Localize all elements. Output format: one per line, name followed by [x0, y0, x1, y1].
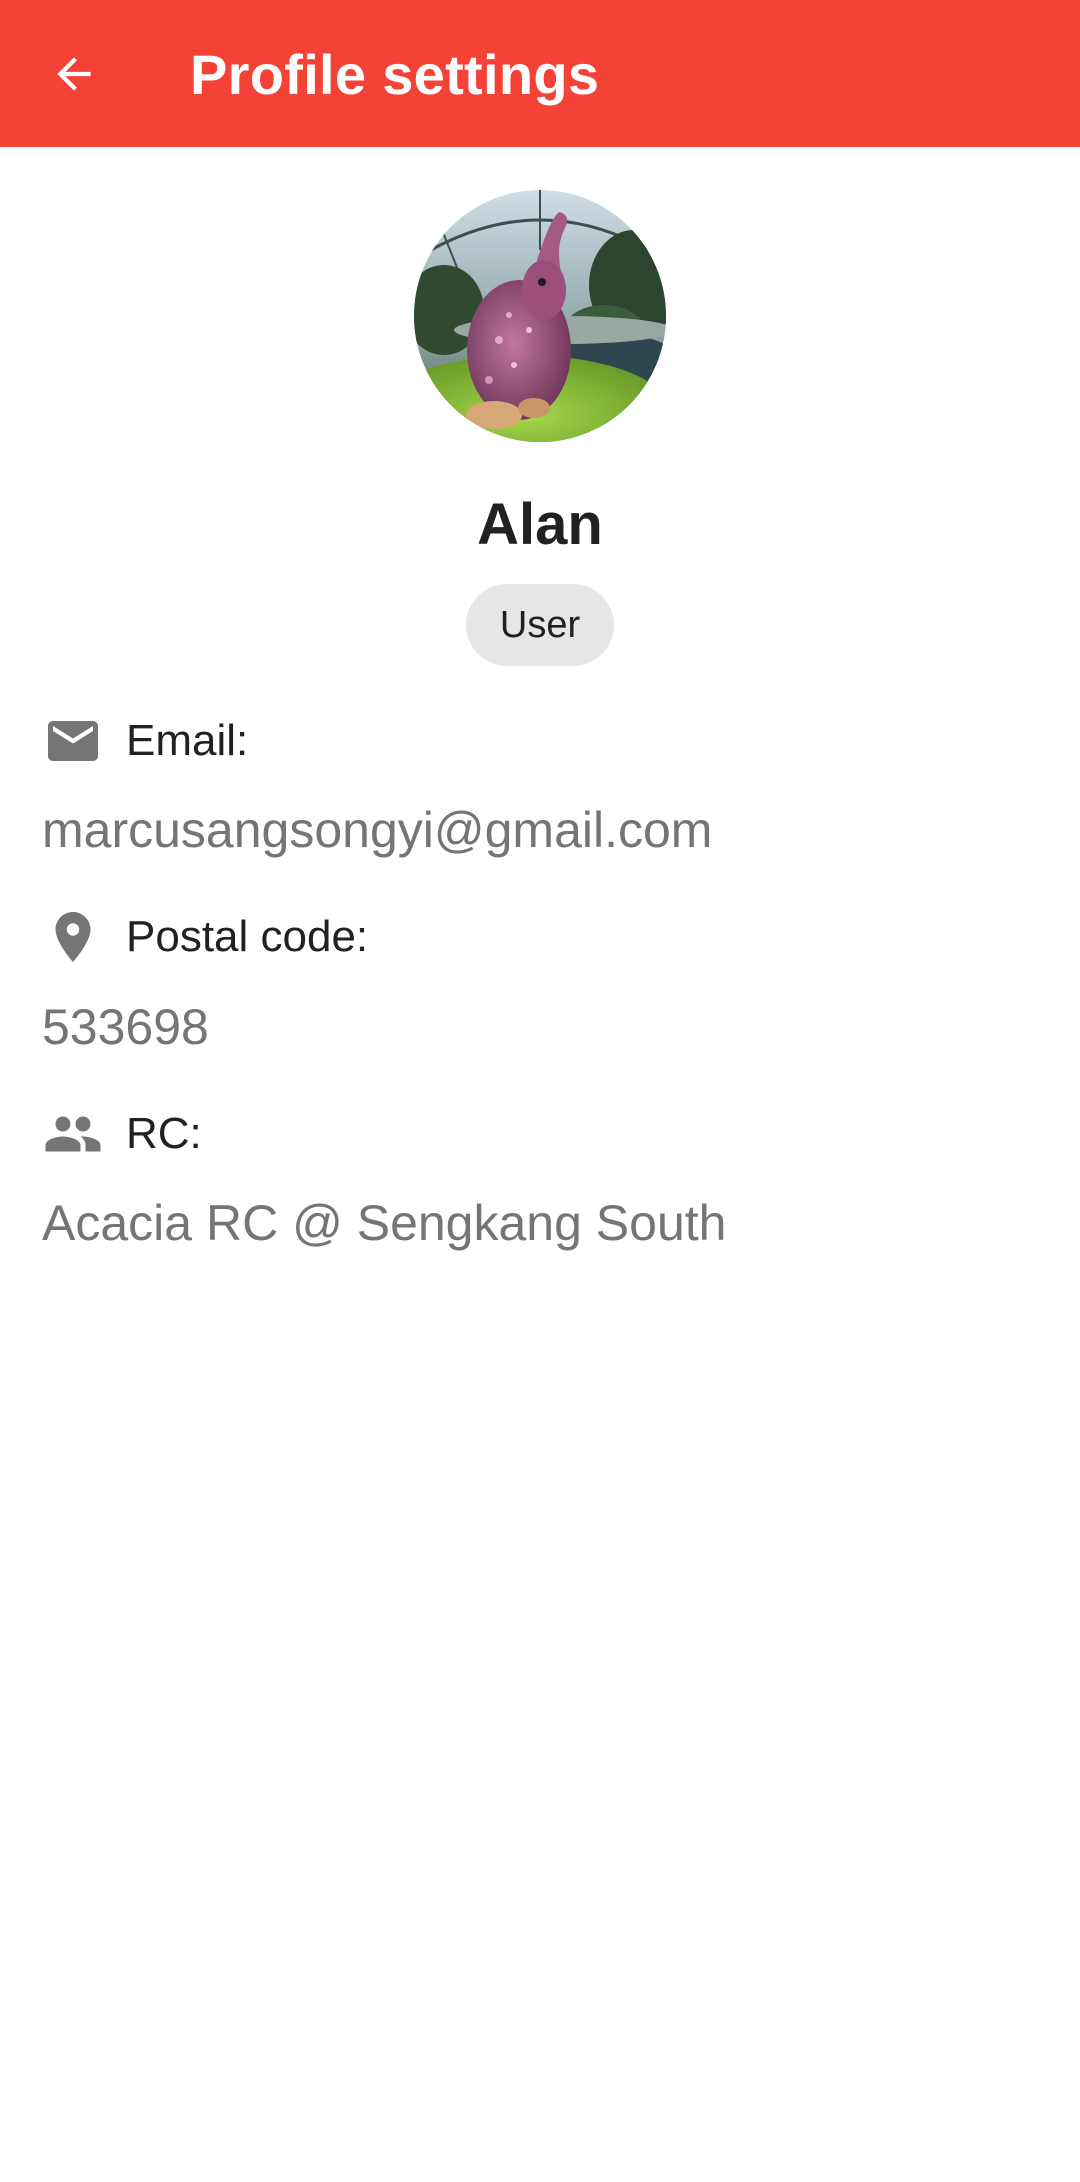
role-badge: User [466, 584, 614, 666]
postal-label-row: Postal code: [42, 907, 368, 967]
rc-label: RC: [126, 1109, 202, 1158]
mail-icon [42, 711, 104, 771]
back-button[interactable] [28, 28, 120, 120]
profile-name: Alan [477, 492, 603, 557]
avatar[interactable] [414, 190, 666, 442]
email-value: marcusangsongyi@gmail.com [42, 802, 713, 858]
arrow-back-icon [57, 57, 91, 91]
rc-label-row: RC: [42, 1104, 202, 1164]
postal-code-label: Postal code: [126, 912, 369, 961]
location-pin-icon [42, 907, 104, 967]
page-title: Profile settings [190, 43, 600, 106]
postal-code-value: 533698 [42, 999, 209, 1055]
app-bar: Profile settings [0, 0, 1080, 147]
rc-value: Acacia RC @ Sengkang South [42, 1195, 727, 1251]
email-label: Email: [126, 716, 249, 765]
people-icon [42, 1104, 104, 1164]
email-label-row: Email: [42, 711, 248, 771]
